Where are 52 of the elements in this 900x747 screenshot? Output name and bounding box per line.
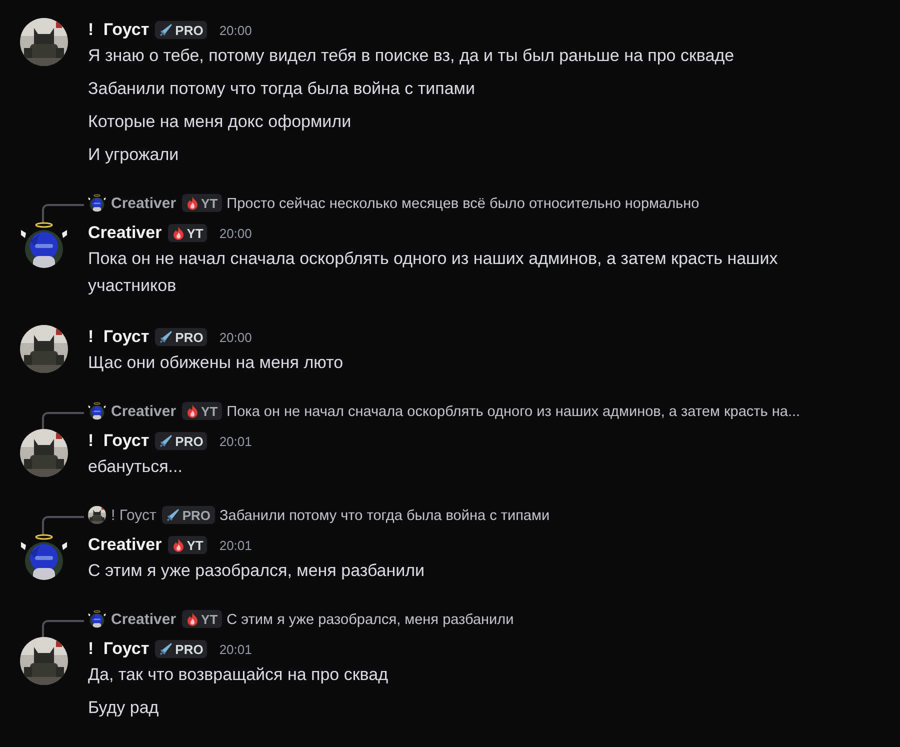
- message-text: Да, так что возвращайся на про сквад: [88, 664, 390, 686]
- reply-preview-text[interactable]: Забанили потому что тогда была война с типами: [220, 506, 550, 526]
- role-tag: PRO: [155, 328, 208, 346]
- flame-icon: [186, 196, 200, 210]
- role-tag: YT: [182, 194, 222, 212]
- reply-author-name[interactable]: Creativer: [111, 402, 176, 422]
- message-time: 20:01: [219, 434, 252, 448]
- author-name[interactable]: Creativer: [88, 223, 162, 243]
- message-text: ебануться...: [88, 456, 184, 478]
- author-name[interactable]: ! Гоуст: [88, 20, 150, 40]
- sword-icon: [159, 330, 174, 344]
- message-time: 20:00: [219, 330, 252, 344]
- message-time: 20:00: [219, 226, 252, 240]
- message-time: 20:01: [219, 538, 252, 552]
- role-tag: YT: [182, 610, 222, 628]
- reply-preview-text[interactable]: Пока он не начал сначала оскорблять одного из наших админов, а затем красть на...: [226, 402, 800, 422]
- role-tag: PRO: [155, 21, 208, 39]
- reply-connector: [42, 516, 84, 536]
- role-tag: YT: [182, 402, 222, 420]
- message-text: Забанили потому что тогда была война с типами: [88, 78, 476, 100]
- message-text: С этим я уже разобрался, меня разбанили: [88, 560, 426, 582]
- message-time: 20:01: [219, 642, 252, 656]
- role-tag: YT: [168, 224, 208, 242]
- reply-author-name[interactable]: Creativer: [111, 610, 176, 630]
- message-text: Пока он не начал сначала оскорблять одного из наших админов, а затем красть наших участников: [88, 248, 779, 297]
- role-tag: PRO: [162, 506, 215, 524]
- role-tag: PRO: [155, 640, 208, 658]
- sword-icon: [166, 508, 180, 522]
- author-name[interactable]: ! Гоуст: [88, 639, 150, 659]
- message-text: Щас они обижены на меня люто: [88, 352, 344, 374]
- reply-preview-text[interactable]: С этим я уже разобрался, меня разбанили: [226, 610, 514, 630]
- sword-icon: [159, 434, 174, 448]
- reply-author-name[interactable]: ! Гоуст: [111, 506, 156, 526]
- role-tag: PRO: [155, 432, 208, 450]
- message-text: Буду рад: [88, 697, 160, 719]
- message-text: И угрожали: [88, 144, 180, 166]
- message-text: Которые на меня докс оформили: [88, 111, 352, 133]
- reply-connector: [42, 204, 84, 224]
- flame-icon: [186, 612, 200, 626]
- author-name[interactable]: ! Гоуст: [88, 431, 150, 451]
- flame-icon: [172, 226, 185, 240]
- message-time: 20:00: [219, 22, 252, 38]
- role-tag: YT: [168, 536, 208, 554]
- author-name[interactable]: ! Гоуст: [88, 327, 150, 347]
- flame-icon: [172, 538, 185, 552]
- author-name[interactable]: Creativer: [88, 535, 162, 555]
- sword-icon: [159, 642, 174, 656]
- reply-preview-text[interactable]: Просто сейчас несколько месяцев всё было относительно нормально: [226, 194, 700, 214]
- flame-icon: [186, 404, 200, 418]
- reply-author-name[interactable]: Creativer: [111, 194, 176, 214]
- message-text: Я знаю о тебе, потому видел тебя в поиске вз, да и ты был раньше на про скваде: [88, 45, 736, 67]
- sword-icon: [159, 23, 174, 37]
